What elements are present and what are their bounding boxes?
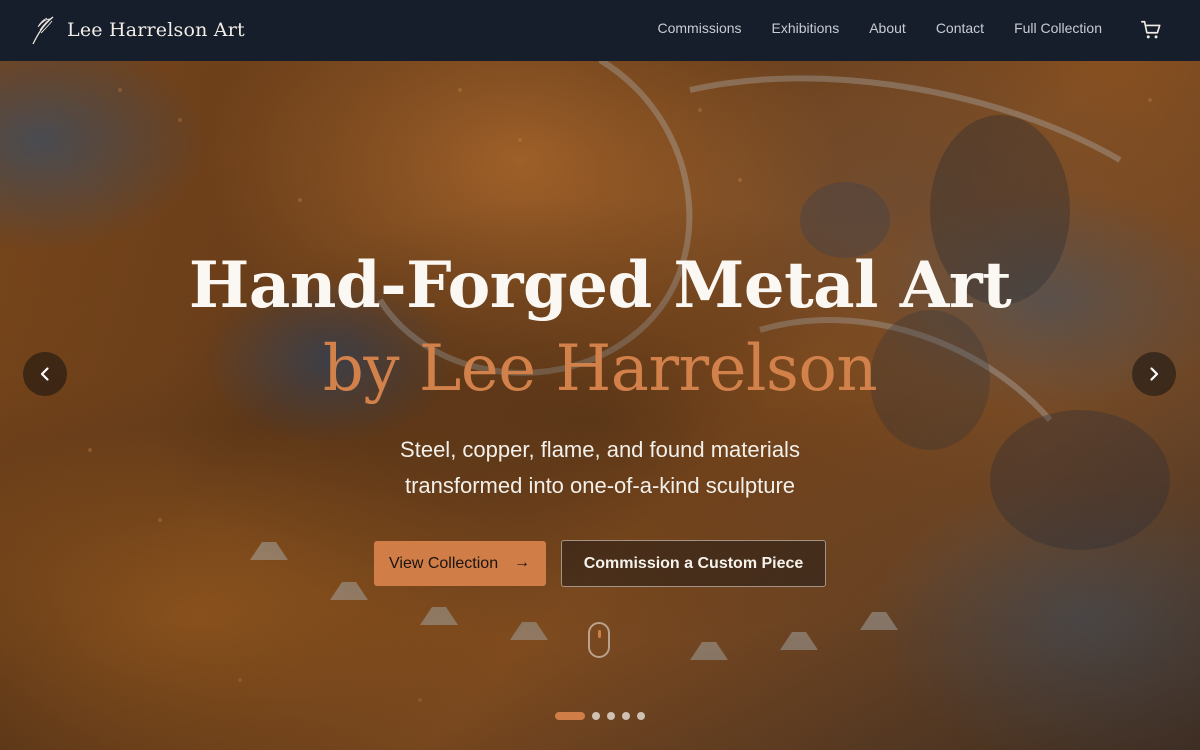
- hero-subtitle: Steel, copper, flame, and found material…: [0, 432, 1200, 504]
- brand-name: Lee Harrelson Art: [67, 19, 245, 41]
- view-collection-button[interactable]: View Collection →: [374, 541, 546, 586]
- top-nav: Lee Harrelson Art Commissions Exhibition…: [0, 0, 1200, 61]
- nav-link-contact[interactable]: Contact: [936, 20, 984, 36]
- brand-logo-link[interactable]: Lee Harrelson Art: [30, 14, 245, 46]
- carousel-dot-5[interactable]: [637, 712, 645, 720]
- view-collection-label: View Collection: [389, 554, 499, 572]
- nav-link-about[interactable]: About: [869, 20, 906, 36]
- nav-links: Commissions Exhibitions About Contact Fu…: [628, 20, 1103, 36]
- quill-icon: [32, 16, 54, 45]
- carousel-dot-4[interactable]: [622, 712, 630, 720]
- nav-link-full-collection[interactable]: Full Collection: [1014, 20, 1102, 36]
- arrow-right-icon: →: [514, 554, 530, 571]
- nav-link-exhibitions[interactable]: Exhibitions: [772, 20, 840, 36]
- hero-headline: Hand-Forged Metal Art: [188, 248, 1012, 323]
- hero-subtitle-line-1: Steel, copper, flame, and found material…: [400, 437, 800, 462]
- carousel-dot-3[interactable]: [607, 712, 615, 720]
- cart-icon[interactable]: [1140, 19, 1162, 41]
- hero-headline-accent: by Lee Harrelson: [322, 332, 878, 406]
- scroll-wheel-dot: [598, 630, 601, 638]
- commission-button[interactable]: Commission a Custom Piece: [561, 540, 826, 587]
- hero-subtitle-line-2: transformed into one-of-a-kind sculpture: [404, 473, 796, 498]
- carousel-dot-1[interactable]: [555, 712, 585, 720]
- carousel-dot-2[interactable]: [592, 712, 600, 720]
- scroll-mouse-icon: [588, 622, 610, 658]
- nav-link-commissions[interactable]: Commissions: [658, 20, 742, 36]
- carousel-dots: [555, 712, 645, 720]
